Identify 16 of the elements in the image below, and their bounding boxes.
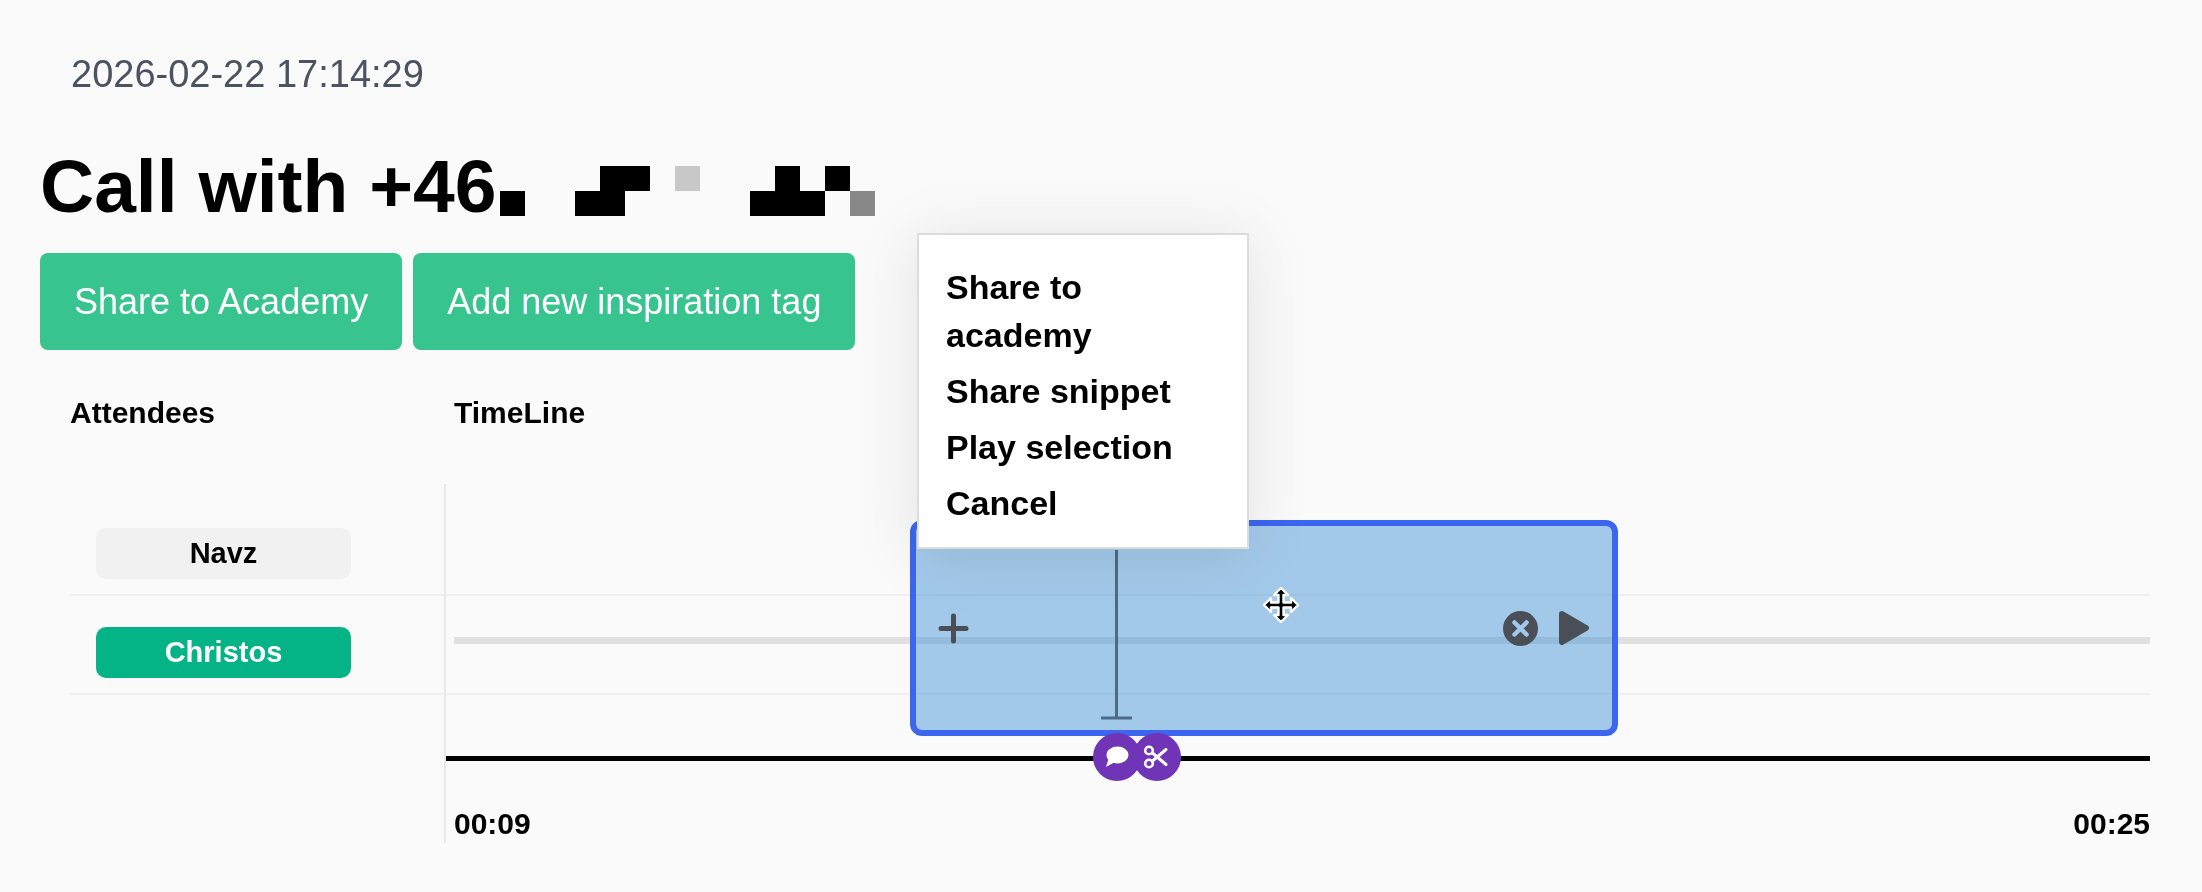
menu-item[interactable]: Cancel <box>946 479 1206 527</box>
menu-item[interactable]: Share snippet <box>946 367 1206 415</box>
plus-icon[interactable] <box>938 612 969 644</box>
move-cursor-icon <box>1262 586 1300 624</box>
start-time: 00:09 <box>454 809 531 839</box>
menu-item[interactable]: Play selection <box>946 423 1206 471</box>
column-header: TimeLine <box>454 398 586 428</box>
selection-region[interactable] <box>910 520 1618 736</box>
call-timestamp: 2026-02-22 17:14:29 <box>71 55 424 93</box>
menu-item[interactable]: Share to academy <box>946 263 1206 359</box>
column-header: Attendees <box>70 398 216 428</box>
play-icon[interactable] <box>1558 610 1590 646</box>
call-title: Call with +46 <box>40 149 497 224</box>
close-icon[interactable] <box>1503 610 1538 646</box>
attendee-chip[interactable]: Navz <box>96 528 351 579</box>
end-time: 00:25 <box>2073 809 2150 839</box>
